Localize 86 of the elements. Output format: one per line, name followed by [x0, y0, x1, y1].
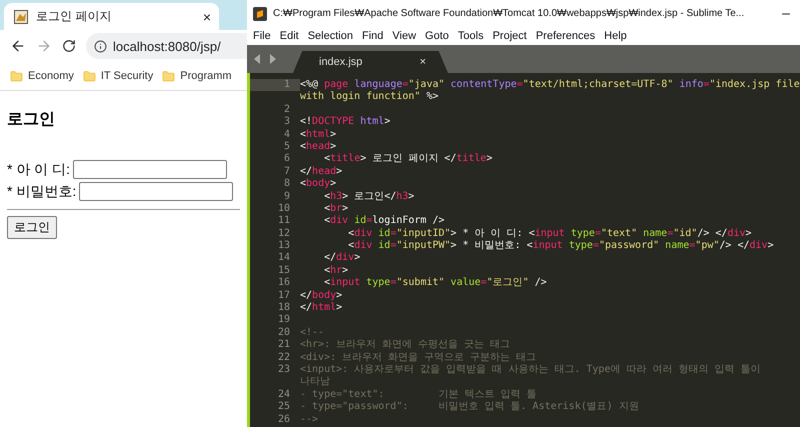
line-number: 4: [282, 128, 291, 141]
line-number: 5: [282, 140, 291, 154]
menu-item[interactable]: Goto: [425, 30, 449, 42]
menu-item[interactable]: File: [253, 30, 271, 42]
code-line: </head>: [300, 166, 342, 178]
line-number: 17: [276, 290, 291, 302]
menu-item[interactable]: View: [392, 30, 416, 42]
code-line: <head>: [300, 140, 336, 153]
code-line: <div id=loginForm />: [323, 215, 445, 228]
menu-item[interactable]: Selection: [308, 30, 353, 42]
bookmark[interactable]: Programm: [162, 70, 232, 82]
browser-tab[interactable]: 로그인 페이지 ×: [4, 3, 219, 30]
input-field[interactable]: [79, 182, 234, 201]
menu-item[interactable]: Tools: [458, 30, 484, 42]
code-line: <body>: [300, 178, 336, 191]
line-number: 1: [250, 79, 300, 92]
line-number: 15: [276, 264, 291, 278]
code-line: <%@ page language="java" contentType="text/html;charset=UTF-8" info="index.jsp file: [300, 79, 800, 91]
code-line: -->: [300, 414, 318, 426]
code-line: </body>: [300, 290, 342, 302]
menu-item[interactable]: Help: [604, 30, 627, 42]
line-number: 23: [276, 364, 291, 376]
code-line: 나타남: [300, 376, 330, 389]
app-icon: [253, 6, 267, 20]
line-number: 8: [282, 178, 291, 191]
code-line: <input>: 사용자로부터 값을 입력받을 때 사용하는 태그. Type에 따라 여러 형태의 입력 툴이: [300, 364, 761, 376]
login-button[interactable]: 로그인: [7, 216, 57, 239]
line-number: 6: [282, 153, 291, 166]
line-number: 12: [276, 228, 291, 240]
line-number: 10: [276, 202, 291, 216]
menu-item[interactable]: Edit: [280, 30, 299, 42]
code-line: <html>: [300, 128, 336, 141]
code-line: <!--: [300, 326, 324, 339]
menu-item[interactable]: Preferences: [536, 30, 596, 42]
address-bar[interactable]: localhost:8080/jsp/: [86, 33, 247, 59]
line-number: 25: [276, 401, 291, 414]
code-line: <!DOCTYPE html>: [300, 116, 390, 129]
back-icon[interactable]: [10, 38, 26, 54]
code-line: <div id="inputID"> * 아 이 디: <input type="text" name="id"/> </div>: [347, 228, 752, 240]
forward-icon[interactable]: [36, 38, 52, 54]
folder-icon: [10, 70, 23, 82]
line-number: 21: [276, 339, 291, 352]
page-heading: 로그인: [7, 110, 56, 130]
code-line: - type="password": 비밀번호 입력 툴. Asterisk(별표) 지원: [300, 401, 639, 414]
code-line: <hr>: 브라우저 화면에 수평선을 긋는 태그: [300, 339, 510, 352]
line-number: 20: [276, 326, 291, 340]
code-line: <hr>: [323, 264, 348, 277]
line-number: 3: [282, 116, 291, 129]
code-line: with login function" %>: [300, 91, 438, 104]
line-number: 2: [282, 104, 291, 116]
code-line: <br>: [323, 202, 348, 215]
line-number: 24: [276, 388, 291, 402]
info-icon: [94, 40, 107, 52]
line-number: 11: [276, 215, 291, 228]
line-number: 7: [282, 166, 291, 178]
bookmark[interactable]: Economy: [10, 70, 74, 82]
code-line: <div id="inputPW"> * 비밀번호: <input type="password" name="pw"/> </div>: [347, 240, 774, 252]
code-line: - type="text": 기본 텍스트 입력 툴: [300, 388, 537, 401]
code-line: <h3> 로그인</h3>: [323, 190, 414, 203]
menu-item[interactable]: Project: [492, 30, 527, 42]
line-number: 26: [276, 414, 291, 426]
line-number: 9: [282, 190, 291, 203]
menu-item[interactable]: Find: [362, 30, 384, 42]
line-number: 18: [276, 302, 291, 314]
code-line: <title> 로그인 페이지 </title>: [323, 153, 492, 166]
code-line: <div>: 브라우저 화면을 구역으로 구분하는 태그: [300, 352, 536, 364]
url-text: localhost:8080/jsp/: [113, 38, 221, 54]
line-number: 16: [276, 277, 291, 290]
reload-icon[interactable]: [62, 39, 76, 53]
close-icon[interactable]: ×: [202, 8, 211, 24]
folder-icon: [82, 70, 96, 82]
code-line: </html>: [300, 302, 342, 314]
file-tab[interactable]: index.jsp ×: [293, 51, 448, 73]
code-line: <input type="submit" value="로그인" />: [323, 277, 547, 290]
bookmark[interactable]: IT Security: [82, 70, 154, 82]
line-number: 14: [276, 252, 291, 265]
field-label: * 비밀번호:: [7, 182, 76, 200]
field-label: * 아 이 디:: [7, 160, 70, 178]
folder-icon: [162, 70, 176, 82]
line-number: 13: [276, 240, 291, 252]
code-line: </div>: [323, 252, 360, 265]
input-field[interactable]: [73, 160, 228, 179]
tab-title: 로그인 페이지: [36, 8, 112, 25]
window-title: C:₩Program Files₩Apache Software Foundation₩Tomcat 10.0₩webapps₩jsp₩index.jsp - Sublime Te...: [273, 8, 746, 19]
line-number: 22: [276, 352, 291, 364]
line-number: 19: [276, 314, 291, 327]
